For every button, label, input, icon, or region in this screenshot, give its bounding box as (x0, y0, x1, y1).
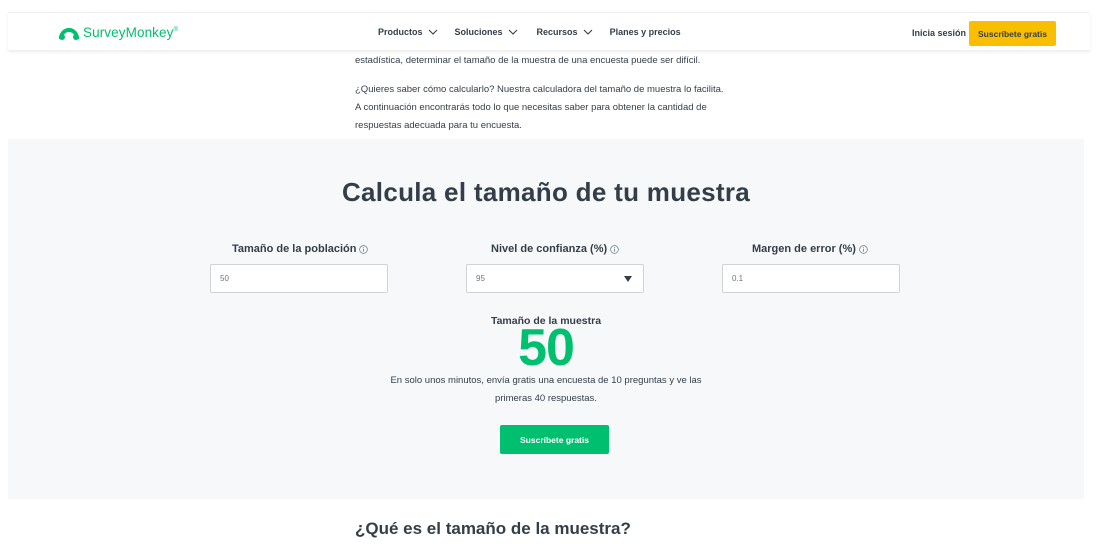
calculator-title: Calcula el tamaño de tu muestra (341, 177, 751, 207)
caret-down-icon (624, 276, 632, 282)
intro-text-line: A continuación encontrarás todo lo que n… (355, 102, 707, 113)
result-note-line: En solo unos minutos, envía gratis una e… (390, 375, 702, 386)
logo-wordmark: SurveyMonkey (83, 25, 174, 40)
surveymonkey-logo-icon (59, 27, 79, 40)
nav-item-productos[interactable]: Productos (378, 27, 438, 37)
margin-of-error-input[interactable]: 0.1 (722, 264, 900, 293)
nav-item-recursos[interactable]: Recursos (537, 27, 593, 37)
info-icon[interactable] (610, 244, 619, 254)
nav-item-label: Planes y precios (609, 27, 681, 37)
login-link[interactable]: Inicia sesión (912, 28, 966, 38)
nav-item-label: Recursos (536, 27, 578, 37)
signup-button-header[interactable]: Suscríbete gratis (969, 21, 1056, 46)
sample-size-calculator: Calcula el tamaño de tu muestra Tamaño d… (8, 139, 1084, 499)
main-nav: Productos Soluciones Recursos Planes y p… (378, 27, 681, 37)
intro-text-line: ¿Quieres saber cómo calcularlo? Nuestra … (355, 84, 724, 95)
logo-trademark: ® (173, 27, 178, 33)
info-icon[interactable] (359, 244, 369, 254)
sample-size-result-value: 50 (518, 319, 575, 377)
nav-item-label: Productos (378, 27, 423, 37)
field-label-text: Tamaño de la población (232, 243, 357, 255)
section-title: ¿Qué es el tamaño de la muestra? (355, 519, 631, 538)
result-note-line: primeras 40 respuestas. (495, 393, 597, 404)
margin-of-error-value: 0.1 (732, 274, 744, 283)
nav-item-soluciones[interactable]: Soluciones (455, 27, 518, 37)
population-size-value: 50 (220, 274, 229, 283)
chevron-down-icon (583, 29, 592, 35)
chevron-down-icon (508, 29, 517, 35)
field-label-text: Margen de error (%) (752, 243, 856, 255)
signup-button-cta[interactable]: Suscríbete gratis (500, 425, 609, 454)
confidence-level-value: 95 (476, 274, 485, 283)
nav-item-planes-y-precios[interactable]: Planes y precios (610, 27, 681, 37)
intro-text-line: respuestas adecuada para tu encuesta. (355, 120, 522, 131)
top-navigation-bar: SurveyMonkey ® Productos Soluciones Recu… (8, 12, 1090, 50)
nav-item-label: Soluciones (454, 27, 503, 37)
margin-of-error-label: Margen de error (%) (752, 243, 868, 255)
info-icon[interactable] (859, 244, 868, 254)
confidence-level-label: Nivel de confianza (%) (491, 243, 619, 255)
chevron-down-icon (428, 29, 437, 35)
confidence-level-select[interactable]: 95 (466, 264, 644, 293)
intro-text-line: estadística, determinar el tamaño de la … (355, 55, 701, 66)
field-label-text: Nivel de confianza (%) (491, 243, 608, 255)
population-size-label: Tamaño de la población (232, 243, 369, 255)
population-size-input[interactable]: 50 (210, 264, 388, 293)
surveymonkey-logo[interactable]: SurveyMonkey ® (58, 25, 178, 40)
